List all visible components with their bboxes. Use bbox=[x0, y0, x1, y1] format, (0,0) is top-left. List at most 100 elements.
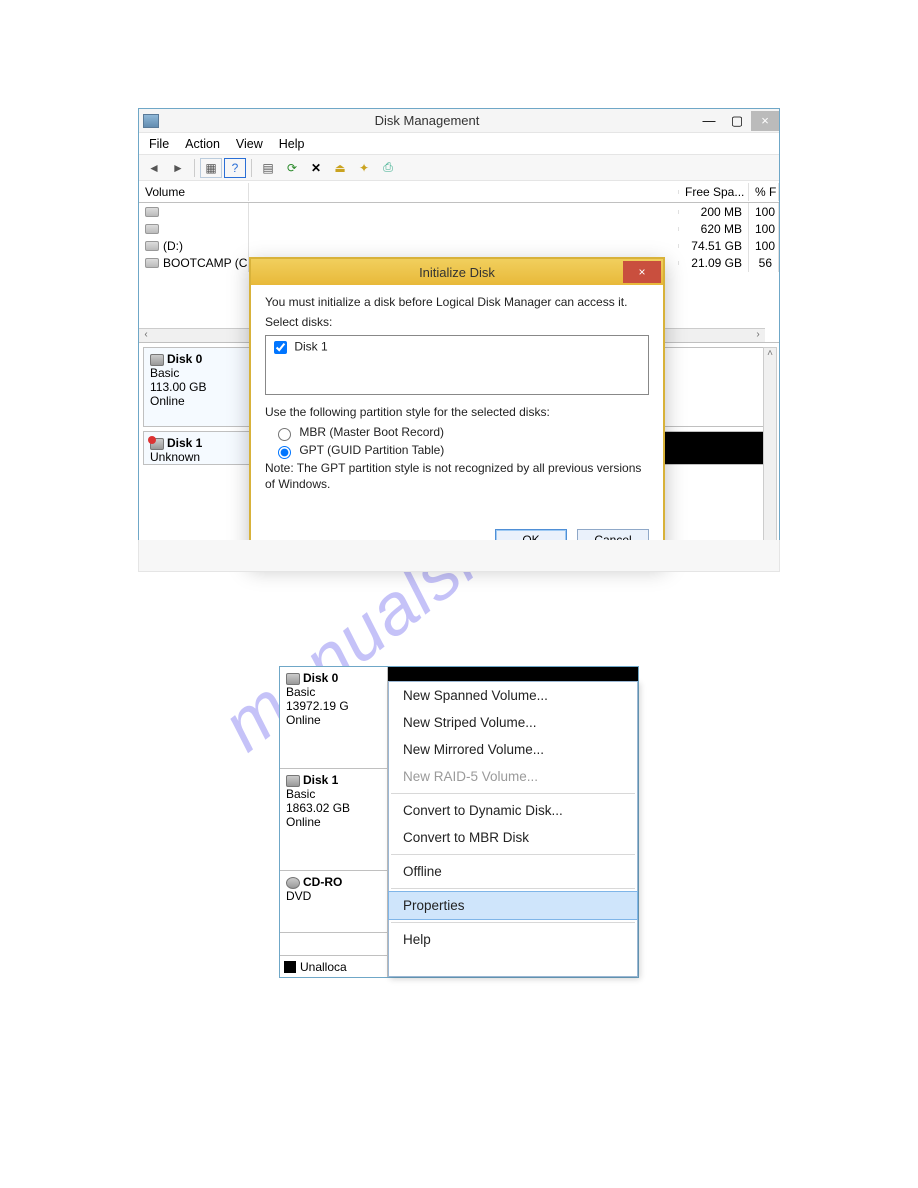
disk0-status: Online bbox=[150, 394, 245, 408]
close-button[interactable]: × bbox=[751, 111, 779, 131]
volume-row[interactable]: 200 MB 100 bbox=[139, 203, 779, 220]
dialog-close-button[interactable]: × bbox=[623, 261, 661, 283]
cdrom-icon bbox=[286, 877, 300, 889]
menu-new-raid5: New RAID-5 Volume... bbox=[389, 763, 637, 790]
menu-action[interactable]: Action bbox=[185, 137, 220, 151]
disk-error-icon bbox=[150, 438, 164, 450]
s2-disk0-status: Online bbox=[286, 713, 381, 727]
volume-row[interactable]: (D:) 74.51 GB 100 bbox=[139, 237, 779, 254]
table-view-icon[interactable]: ▦ bbox=[200, 158, 222, 178]
minimize-button[interactable]: — bbox=[695, 111, 723, 131]
mbr-radio-label: MBR (Master Boot Record) bbox=[299, 425, 444, 439]
disk1-checkbox-label: Disk 1 bbox=[294, 340, 327, 354]
menu-new-striped[interactable]: New Striped Volume... bbox=[389, 709, 637, 736]
s2-legend-label: Unalloca bbox=[300, 960, 347, 974]
volume-list-header: Volume Free Spa... % F bbox=[139, 181, 779, 203]
s2-disk0-size: 13972.19 G bbox=[286, 699, 381, 713]
volume-free: 74.51 GB bbox=[679, 237, 749, 255]
eject-icon[interactable]: ⏏ bbox=[329, 158, 351, 178]
s2-cdrom-panel[interactable]: CD-RO DVD bbox=[280, 871, 387, 933]
col-volume[interactable]: Volume bbox=[139, 183, 249, 201]
dialog-body: You must initialize a disk before Logica… bbox=[251, 285, 663, 506]
dialog-note: Note: The GPT partition style is not rec… bbox=[265, 461, 649, 492]
s2-disk0-type: Basic bbox=[286, 685, 381, 699]
s2-cd-name: CD-RO bbox=[303, 875, 342, 889]
menu-file[interactable]: File bbox=[149, 137, 169, 151]
disk-select-list[interactable]: Disk 1 bbox=[265, 335, 649, 395]
toolbar: ◄ ► ▦ ? ▤ ⟳ ✕ ⏏ ✦ ⎙ bbox=[139, 155, 779, 181]
volume-free: 200 MB bbox=[679, 203, 749, 221]
mbr-radio-row[interactable]: MBR (Master Boot Record) bbox=[273, 425, 649, 441]
menu-separator bbox=[391, 922, 635, 923]
menu-view[interactable]: View bbox=[236, 137, 263, 151]
s2-legend: Unalloca bbox=[280, 955, 388, 977]
context-menu: New Spanned Volume... New Striped Volume… bbox=[388, 681, 638, 977]
menu-new-mirrored[interactable]: New Mirrored Volume... bbox=[389, 736, 637, 763]
help-icon[interactable]: ? bbox=[224, 158, 246, 178]
forward-arrow-icon[interactable]: ► bbox=[167, 158, 189, 178]
s2-disk0-panel[interactable]: Disk 0 Basic 13972.19 G Online bbox=[280, 667, 387, 769]
menu-convert-mbr[interactable]: Convert to MBR Disk bbox=[389, 824, 637, 851]
disk1-name: Disk 1 bbox=[167, 436, 202, 450]
menu-help[interactable]: Help bbox=[389, 926, 637, 953]
drive-icon bbox=[145, 258, 159, 268]
disk1-checkbox-row[interactable]: Disk 1 bbox=[270, 338, 644, 357]
volume-row[interactable]: 620 MB 100 bbox=[139, 220, 779, 237]
disk0-size: 113.00 GB bbox=[150, 380, 245, 394]
toolbar-separator bbox=[194, 159, 195, 177]
disk0-partition-bar[interactable] bbox=[388, 667, 638, 681]
maximize-button[interactable]: ▢ bbox=[723, 111, 751, 131]
scroll-left-icon[interactable]: ‹ bbox=[139, 329, 153, 342]
app-icon bbox=[143, 114, 159, 128]
disk1-info: Disk 1 Unknown bbox=[144, 432, 252, 464]
volume-pct: 100 bbox=[749, 203, 779, 221]
legend-swatch-black bbox=[284, 961, 296, 973]
s2-disk1-type: Basic bbox=[286, 787, 381, 801]
gpt-radio-row[interactable]: GPT (GUID Partition Table) bbox=[273, 443, 649, 459]
menu-new-spanned[interactable]: New Spanned Volume... bbox=[389, 682, 637, 709]
menu-separator bbox=[391, 854, 635, 855]
refresh-icon[interactable]: ⟳ bbox=[281, 158, 303, 178]
mbr-radio[interactable] bbox=[278, 428, 291, 441]
window-title: Disk Management bbox=[159, 113, 695, 128]
col-percent-free[interactable]: % F bbox=[749, 183, 779, 201]
menu-help[interactable]: Help bbox=[279, 137, 305, 151]
toolbar-separator bbox=[251, 159, 252, 177]
disk0-type: Basic bbox=[150, 366, 245, 380]
initialize-disk-dialog: Initialize Disk × You must initialize a … bbox=[249, 257, 665, 563]
props-icon[interactable]: ▤ bbox=[257, 158, 279, 178]
volume-name: BOOTCAMP (C:) bbox=[163, 256, 249, 270]
attach-icon[interactable]: ⎙ bbox=[377, 158, 399, 178]
disk-icon bbox=[286, 673, 300, 685]
scroll-right-icon[interactable]: › bbox=[751, 329, 765, 342]
col-free-space[interactable]: Free Spa... bbox=[679, 183, 749, 201]
disk1-checkbox[interactable] bbox=[274, 341, 287, 354]
window-footer-strip bbox=[138, 540, 780, 572]
menu-separator bbox=[391, 793, 635, 794]
menu-properties[interactable]: Properties bbox=[388, 891, 638, 920]
gpt-radio[interactable] bbox=[278, 446, 291, 459]
disk-management-window: Disk Management — ▢ × File Action View H… bbox=[138, 108, 780, 572]
dialog-titlebar[interactable]: Initialize Disk × bbox=[251, 259, 663, 285]
volume-free: 620 MB bbox=[679, 220, 749, 238]
scroll-up-icon[interactable]: ˄ bbox=[764, 348, 776, 359]
window-titlebar[interactable]: Disk Management — ▢ × bbox=[139, 109, 779, 133]
delete-icon[interactable]: ✕ bbox=[305, 158, 327, 178]
menu-offline[interactable]: Offline bbox=[389, 858, 637, 885]
back-arrow-icon[interactable]: ◄ bbox=[143, 158, 165, 178]
wizard-icon[interactable]: ✦ bbox=[353, 158, 375, 178]
disk0-name: Disk 0 bbox=[167, 352, 202, 366]
disk0-info: Disk 0 Basic 113.00 GB Online bbox=[144, 348, 252, 426]
menu-separator bbox=[391, 888, 635, 889]
gpt-radio-label: GPT (GUID Partition Table) bbox=[299, 443, 444, 457]
s2-disk0-name: Disk 0 bbox=[303, 671, 338, 685]
drive-icon bbox=[145, 241, 159, 251]
disk1-type: Unknown bbox=[150, 450, 245, 464]
vertical-scrollbar[interactable]: ˄ bbox=[763, 347, 777, 545]
s2-disk1-panel[interactable]: Disk 1 Basic 1863.02 GB Online bbox=[280, 769, 387, 871]
menu-bar: File Action View Help bbox=[139, 133, 779, 155]
volume-pct: 56 bbox=[749, 254, 779, 272]
drive-icon bbox=[145, 207, 159, 217]
volume-pct: 100 bbox=[749, 220, 779, 238]
menu-convert-dynamic[interactable]: Convert to Dynamic Disk... bbox=[389, 797, 637, 824]
